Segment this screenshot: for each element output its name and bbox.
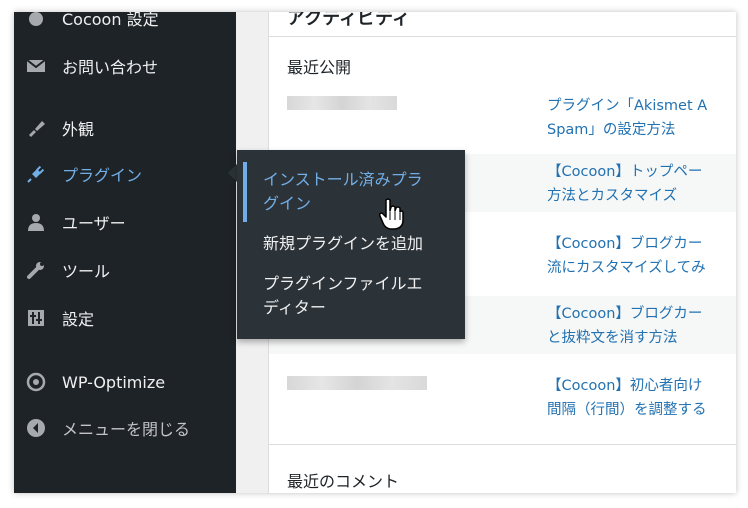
sidebar-item-label: メニューを閉じる <box>62 420 191 439</box>
sidebar-item-cocoon-settings[interactable]: Cocoon 設定 <box>14 12 236 38</box>
list-item: プラグイン「Akismet A Spam」の設定方法 <box>269 88 736 146</box>
sidebar-item-label: 設定 <box>62 310 95 329</box>
sidebar-item-settings[interactable]: 設定 <box>14 298 236 338</box>
blurred-date <box>287 376 427 390</box>
admin-sidebar: Cocoon 設定 お問い合わせ 外観 プラグイン ユーザー ツール 設定 WP… <box>14 12 237 493</box>
mail-icon <box>26 56 46 76</box>
wrench-icon <box>26 260 46 280</box>
cocoon-icon <box>26 12 46 28</box>
sidebar-item-plugins[interactable]: プラグイン <box>14 154 236 194</box>
blurred-date <box>287 96 397 110</box>
divider <box>269 36 736 37</box>
post-link[interactable]: 【Cocoon】ブログカー と抜粋文を消す方法 <box>547 302 736 350</box>
submenu-plugin-file-editor[interactable]: プラグインファイルエ ディター <box>237 272 465 320</box>
sidebar-item-contact[interactable]: お問い合わせ <box>14 46 236 86</box>
active-menu-arrow <box>228 164 237 182</box>
wp-admin-window: Cocoon 設定 お問い合わせ 外観 プラグイン ユーザー ツール 設定 WP… <box>14 12 736 493</box>
post-link[interactable]: プラグイン「Akismet A Spam」の設定方法 <box>547 94 736 142</box>
collapse-icon <box>26 418 46 438</box>
sidebar-item-users[interactable]: ユーザー <box>14 202 236 242</box>
plugins-submenu: インストール済みプラ グイン 新規プラグインを追加 プラグインファイルエ ディタ… <box>237 150 465 339</box>
sidebar-item-label: ユーザー <box>62 214 126 233</box>
list-item: 【Cocoon】初心者向け 間隔（行間）を調整する <box>269 368 736 426</box>
recent-published-heading: 最近公開 <box>287 58 352 77</box>
sidebar-item-label: お問い合わせ <box>62 58 159 77</box>
sidebar-item-label: Cocoon 設定 <box>62 12 159 29</box>
paintbrush-icon <box>26 118 46 138</box>
divider <box>269 444 736 445</box>
hand-pointer-cursor-icon <box>378 198 404 230</box>
sidebar-item-label: 外観 <box>62 120 95 139</box>
sidebar-item-appearance[interactable]: 外観 <box>14 108 236 148</box>
recent-comments-heading: 最近のコメント <box>287 472 400 491</box>
wp-optimize-icon <box>26 372 46 392</box>
sidebar-item-tools[interactable]: ツール <box>14 250 236 290</box>
post-link[interactable]: 【Cocoon】トップペー 方法とカスタマイズ <box>547 160 736 208</box>
submenu-installed-plugins[interactable]: インストール済みプラ グイン <box>237 168 465 216</box>
submenu-add-new-plugin[interactable]: 新規プラグインを追加 <box>237 232 465 256</box>
post-link[interactable]: 【Cocoon】初心者向け 間隔（行間）を調整する <box>547 374 736 422</box>
collapse-menu-button[interactable]: メニューを閉じる <box>14 408 236 448</box>
user-icon <box>26 212 46 232</box>
plugin-icon <box>26 164 46 184</box>
sidebar-item-label: ツール <box>62 262 111 281</box>
sidebar-item-wp-optimize[interactable]: WP-Optimize <box>14 362 236 402</box>
settings-icon <box>26 308 46 328</box>
widget-title: アクティビティ <box>287 12 410 29</box>
sidebar-item-label: WP-Optimize <box>62 372 166 392</box>
sidebar-item-label: プラグイン <box>62 166 143 185</box>
post-link[interactable]: 【Cocoon】ブログカー 流にカスタマイズしてみ <box>547 232 736 280</box>
